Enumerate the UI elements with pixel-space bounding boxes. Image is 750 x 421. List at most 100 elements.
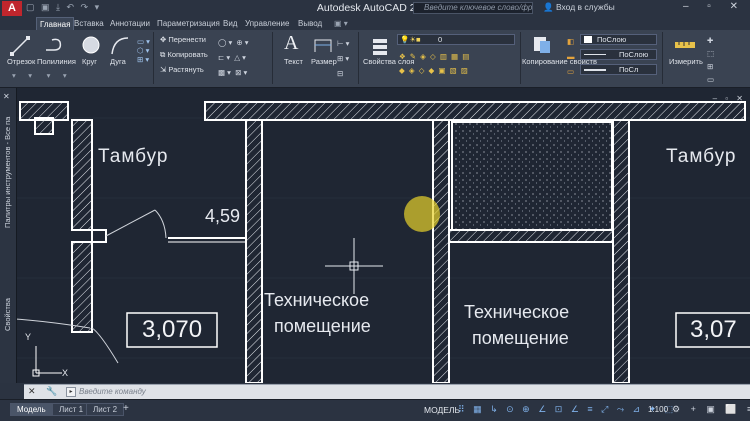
measure-button[interactable]: Измерить bbox=[669, 57, 703, 66]
utilities-icons[interactable]: ✚ ⬚ ⊞ ▭ bbox=[707, 34, 714, 86]
copy-label: Копировать bbox=[167, 50, 208, 59]
layout-tab-sheet2[interactable]: Лист 2 bbox=[86, 403, 125, 416]
window-controls[interactable]: – ▫ ✕ bbox=[683, 1, 746, 12]
text-button[interactable]: Текст bbox=[284, 57, 303, 66]
layer-state-icons: 💡☀■ bbox=[400, 35, 421, 44]
tab-annotate[interactable]: Аннотации bbox=[110, 17, 150, 30]
measure-icon[interactable] bbox=[674, 36, 696, 54]
separator bbox=[358, 32, 359, 84]
wall-left-lower bbox=[71, 241, 93, 333]
drafting-toggle-icons[interactable]: ⠿ ▦ ↳ ⊙ ⊕ ∠ ⊡ ∠ ≡ ⤢ ⤳ ⊿ ✦ ⬚ bbox=[458, 404, 676, 415]
color-value: ПоСлою bbox=[597, 35, 627, 44]
floor-plan bbox=[0, 101, 750, 383]
circle-button[interactable]: Круг bbox=[82, 57, 97, 66]
room-label-vestibule-left: Тамбур bbox=[98, 146, 169, 167]
status-right-icons[interactable]: ⚙ + ▣ ⬜ ≡ bbox=[672, 404, 750, 415]
lineweight-select[interactable]: ПоСл bbox=[580, 64, 657, 75]
ribbon-panel: Отрезок Полилиния Круг Дуга ▾ ▾ ▾ ▾ ▭ ▾ ⬡… bbox=[0, 30, 750, 88]
layer-properties-icon[interactable] bbox=[371, 36, 391, 56]
cursor-highlight bbox=[404, 196, 440, 232]
properties-side-icons[interactable]: ◧ ▬ ▭ bbox=[567, 34, 575, 79]
level-mark-left: 3,070 bbox=[142, 316, 203, 343]
circle-icon[interactable] bbox=[81, 35, 101, 55]
match-properties-icon[interactable] bbox=[532, 35, 552, 55]
tab-parametric[interactable]: Параметризация bbox=[157, 17, 220, 30]
room-filled bbox=[451, 121, 613, 231]
room-label-tech-1-line1: Техническое bbox=[264, 290, 370, 310]
user-icon: 👤 bbox=[543, 2, 556, 12]
separator bbox=[153, 32, 154, 84]
color-swatch-icon bbox=[584, 36, 592, 43]
wall-mid bbox=[432, 119, 450, 383]
drawing-canvas[interactable]: Тамбур Тамбур 4,59 Техническое помещение… bbox=[0, 88, 750, 383]
properties-palette-label[interactable]: Свойства bbox=[3, 298, 12, 331]
window-title: Autodesk AutoCAD 2016 bbox=[316, 2, 434, 14]
wall-mid-left bbox=[245, 119, 263, 383]
layout-tab-model[interactable]: Модель bbox=[10, 403, 53, 416]
room-label-tech-2-line2: помещение bbox=[472, 328, 569, 348]
lineweight-value: ПоСл bbox=[619, 65, 639, 74]
wall-top bbox=[204, 101, 746, 121]
tab-insert[interactable]: Вставка bbox=[74, 17, 104, 30]
tab-home[interactable]: Главная bbox=[36, 17, 75, 30]
status-bar: Модель Лист 1 Лист 2 + МОДЕЛЬ ⠿ ▦ ↳ ⊙ ⊕ … bbox=[0, 399, 750, 421]
annotation-more-icons[interactable]: ⊢ ▾ ⊞ ▾ ⊟ bbox=[337, 36, 349, 81]
tab-more-icon[interactable]: ▣ ▾ bbox=[334, 17, 348, 30]
signin-label: Вход в службы bbox=[555, 2, 615, 12]
ucs-x-label: X bbox=[62, 368, 69, 378]
separator bbox=[662, 32, 663, 84]
tab-output[interactable]: Вывод bbox=[298, 17, 322, 30]
annotation-scale[interactable]: 1:100 bbox=[648, 405, 668, 414]
viewport-controls[interactable]: – ▫ ✕ bbox=[713, 94, 746, 103]
room-label-vestibule-right: Тамбур bbox=[666, 146, 737, 167]
separator bbox=[520, 32, 521, 84]
command-line[interactable]: ✕ 🔧 ▸ Введите команду bbox=[24, 384, 750, 399]
stretch-button[interactable]: ⇲ Растянуть bbox=[160, 65, 204, 74]
signin-button[interactable]: 👤 Вход в службы bbox=[543, 2, 615, 13]
wall-left-upper bbox=[71, 119, 93, 231]
room-label-tech-2-line1: Техническое bbox=[464, 302, 570, 322]
wall-stub bbox=[34, 117, 54, 135]
tab-manage[interactable]: Управление bbox=[245, 17, 289, 30]
ucs-y-label: Y bbox=[25, 332, 32, 342]
draw-small-tools[interactable]: ▾ ▾ ▾ ▾ bbox=[12, 71, 67, 80]
ribbon-tabs: Главная Вставка Аннотации Параметризация… bbox=[0, 16, 750, 30]
lineweight-line-icon bbox=[584, 69, 606, 71]
line-button[interactable]: Отрезок bbox=[7, 57, 35, 66]
layout-tab-sheet1[interactable]: Лист 1 bbox=[52, 403, 91, 416]
draw-extra-icon[interactable]: ▭ ▾ ⬡ ▾ ⊞ ▾ bbox=[137, 37, 150, 64]
tool-palettes-label[interactable]: Палитры инструментов - Все па bbox=[3, 117, 12, 228]
separator bbox=[272, 32, 273, 84]
wall-corridor bbox=[448, 229, 614, 243]
linetype-select[interactable]: ПоСлою bbox=[580, 49, 657, 60]
title-bar: A ▢ ▣ ⤓ ↶ ↷ ▾ Autodesk AutoCAD 2016 Введ… bbox=[0, 0, 750, 16]
layer-tools-icons[interactable]: ❖ ✎ ◈ ◇ ▥ ▦ ▤ ◆ ◈ ◇ ◆ ▣ ▧ ▨ bbox=[399, 50, 470, 78]
wall-right bbox=[612, 119, 630, 383]
palette-close-icon[interactable]: ✕ bbox=[3, 92, 10, 101]
dimension-button[interactable]: Размер bbox=[311, 57, 337, 66]
color-select[interactable]: ПоСлою bbox=[580, 34, 657, 45]
autocad-window: A ▢ ▣ ⤓ ↶ ↷ ▾ Autodesk AutoCAD 2016 Введ… bbox=[0, 0, 750, 421]
layer-select[interactable]: 💡☀■ 0 bbox=[397, 34, 515, 45]
polyline-button[interactable]: Полилиния bbox=[37, 57, 76, 66]
command-input[interactable]: Введите команду bbox=[79, 387, 146, 396]
arc-button[interactable]: Дуга bbox=[110, 57, 126, 66]
linetype-line-icon bbox=[584, 54, 606, 55]
modify-more-icons[interactable]: ◯ ▾ ⊕ ▾ ⊏ ▾ △ ▾ ▩ ▾ ⊠ ▾ bbox=[218, 35, 249, 80]
command-line-buttons[interactable]: ✕ 🔧 bbox=[28, 386, 61, 397]
polyline-icon[interactable] bbox=[44, 36, 64, 56]
dimension-icon[interactable] bbox=[313, 36, 333, 54]
arc-icon[interactable] bbox=[110, 36, 130, 56]
copy-button[interactable]: ⧉ Копировать bbox=[160, 50, 208, 60]
move-label: Перенести bbox=[168, 35, 206, 44]
dimension-label: 4,59 bbox=[205, 206, 241, 226]
move-button[interactable]: ✥ Перенести bbox=[160, 35, 206, 44]
command-history-icon[interactable]: ▸ bbox=[66, 387, 76, 397]
line-icon[interactable] bbox=[10, 36, 30, 56]
tab-view[interactable]: Вид bbox=[223, 17, 237, 30]
model-space-toggle[interactable]: МОДЕЛЬ bbox=[424, 405, 460, 415]
text-icon[interactable]: A bbox=[284, 32, 298, 55]
tool-palette-strip[interactable]: ✕ Палитры инструментов - Все па Свойства bbox=[0, 88, 17, 383]
add-layout-button[interactable]: + bbox=[123, 403, 129, 414]
search-input[interactable]: Введите ключевое слово/фразу bbox=[413, 2, 533, 14]
